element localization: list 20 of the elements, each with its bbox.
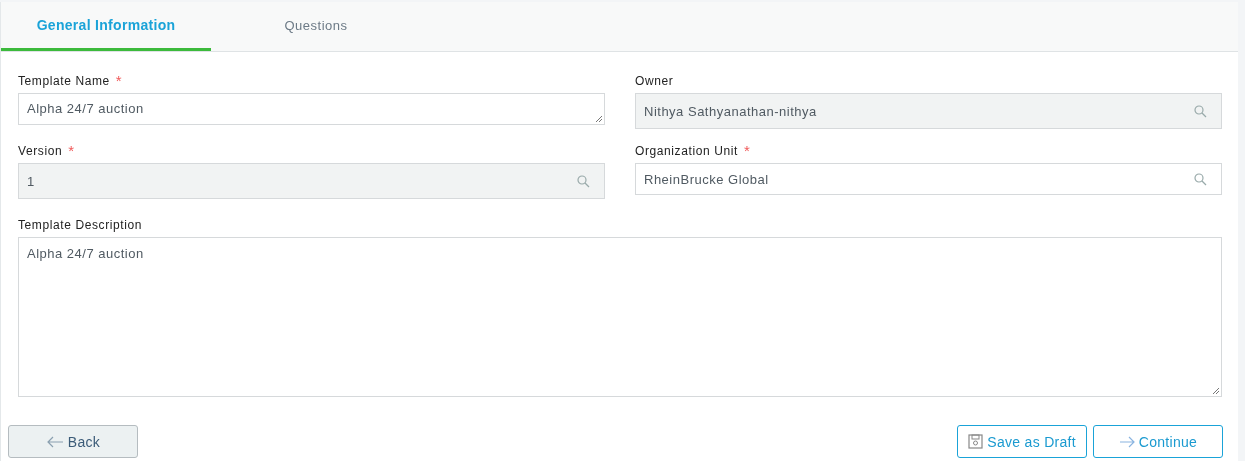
field-label: Version	[18, 144, 63, 158]
search-icon[interactable]	[1194, 172, 1207, 186]
arrow-right-icon	[1118, 435, 1135, 448]
back-button[interactable]: Back	[8, 425, 138, 458]
tab[interactable]: Questions	[211, 2, 421, 51]
resize-grip-icon[interactable]	[1212, 387, 1220, 395]
field-label: Organization Unit	[635, 144, 738, 158]
field-label: Template Description	[18, 218, 143, 232]
resize-grip-icon[interactable]	[595, 115, 603, 123]
input-field[interactable]: Alpha 24/7 auction	[18, 93, 605, 125]
field-label: Template Name	[18, 74, 110, 88]
continue-button[interactable]: Continue	[1093, 425, 1223, 458]
arrow-left-icon	[45, 435, 64, 448]
required-mark: *	[68, 144, 75, 158]
required-mark: *	[743, 144, 751, 158]
description-field[interactable]: Alpha 24/7 auction	[18, 237, 1222, 397]
lookup-field[interactable]: RheinBrucke Global	[635, 163, 1222, 195]
field-label: Owner	[635, 74, 674, 88]
save-draft-button[interactable]: Save as Draft	[957, 425, 1087, 458]
required-mark: *	[115, 74, 123, 88]
